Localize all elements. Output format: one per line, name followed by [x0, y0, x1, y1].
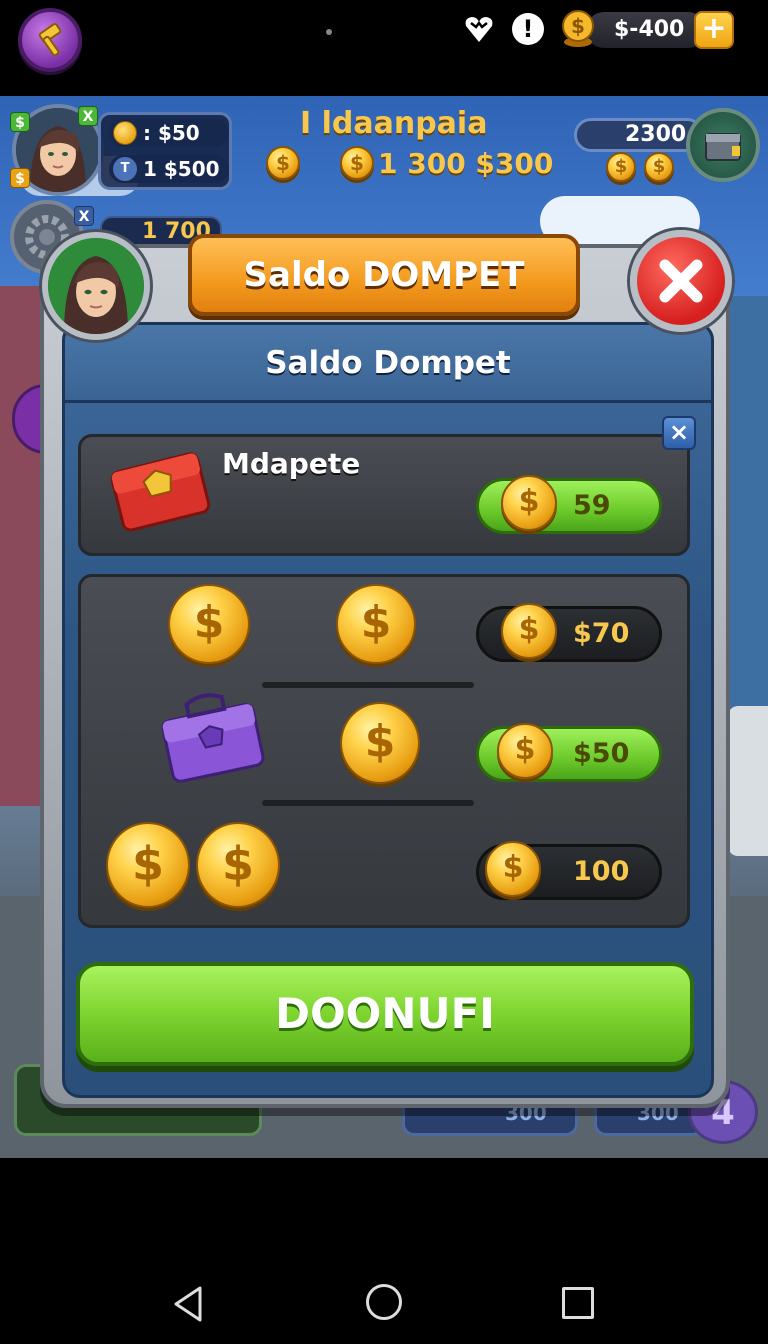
coin-icon: $	[336, 584, 416, 664]
page-dot	[326, 29, 332, 35]
coin-icon: $	[196, 822, 280, 908]
wallet-icon	[161, 693, 265, 783]
coin-icon: $	[501, 475, 557, 531]
hud-stat-tokens-value: 1 $500	[143, 157, 220, 181]
modal-header-band: Saldo Dompet	[65, 325, 711, 403]
coin-icon: $	[168, 584, 250, 664]
close-icon	[659, 259, 703, 303]
hud-right-stat-value: 2300	[625, 122, 687, 147]
hud-center-stat: 1 300 $300	[378, 147, 554, 180]
coin-icon: $	[606, 152, 636, 182]
hammer-button[interactable]	[18, 8, 82, 72]
badge-check: X	[78, 106, 98, 126]
badge-dollar: $	[10, 112, 30, 132]
heart-icon[interactable]	[462, 12, 496, 46]
avatar	[48, 238, 144, 334]
modal-subtitle: Saldo Dompet	[265, 345, 511, 381]
badge-x: X	[74, 206, 94, 226]
wallet-label: Mdapete	[222, 447, 361, 480]
coin-row-3-value: 100	[573, 856, 630, 887]
hud-stat-tokens: T 1 $500	[109, 155, 229, 183]
confirm-button[interactable]: DOONUFI	[76, 962, 694, 1066]
recents-icon[interactable]	[562, 1287, 594, 1319]
modal-close-button[interactable]	[630, 230, 732, 332]
card-close-button[interactable]: ×	[662, 416, 696, 450]
coin-icon: $	[485, 841, 541, 897]
wallet-value-pill[interactable]: $ 59	[476, 475, 662, 534]
back-icon[interactable]	[170, 1284, 206, 1324]
coin-icon: $	[501, 603, 557, 659]
coin-icon: $	[340, 146, 374, 180]
svg-text:$: $	[571, 14, 585, 38]
divider	[262, 800, 474, 806]
wallet-icon	[110, 452, 210, 532]
home-icon[interactable]	[366, 1284, 402, 1320]
coin-icon	[113, 121, 137, 145]
confirm-label: DOONUFI	[275, 989, 495, 1038]
coin-icon: $	[106, 822, 190, 908]
hammer-icon	[38, 22, 62, 57]
hud-stat-coins-value: : $50	[143, 121, 200, 145]
coin-row-3-pill[interactable]: $ 100	[476, 841, 662, 900]
plus-icon: +	[701, 11, 727, 46]
hud-stat-coins: : $50	[109, 119, 229, 147]
status-bar: ! $-400 $ +	[0, 0, 768, 96]
modal-avatar	[42, 232, 150, 340]
chest-button[interactable]	[686, 108, 760, 182]
coin-icon: $	[562, 10, 594, 47]
hud-title: I ldaanpaia	[300, 106, 488, 141]
wallet-value: 59	[573, 490, 611, 521]
divider	[262, 682, 474, 688]
coin-row-1-pill[interactable]: $ $70	[476, 603, 662, 662]
coin-icon: $	[497, 723, 553, 779]
coin-icon: $	[340, 702, 420, 784]
coin-icon: $	[266, 146, 300, 180]
chest-icon	[705, 133, 741, 161]
token-icon: T	[113, 157, 137, 181]
coin-row-2-pill[interactable]: $ $50	[476, 723, 662, 782]
balance-value: $-400	[614, 17, 685, 42]
coin-row-2-value: $50	[573, 738, 630, 769]
alert-icon[interactable]: !	[512, 13, 544, 45]
coin-row-1-value: $70	[573, 618, 630, 649]
parked-car	[728, 706, 768, 856]
hud-right-stat: 2300	[574, 118, 704, 152]
add-currency-button[interactable]: +	[694, 11, 734, 49]
modal-title: Saldo DOMPET	[188, 234, 580, 316]
balance-display: $-400	[586, 12, 706, 48]
close-icon: ×	[668, 418, 690, 446]
coin-icon: $	[644, 152, 674, 182]
hud-stat-panel: : $50 T 1 $500	[98, 112, 232, 190]
badge-coin: $	[10, 168, 30, 188]
